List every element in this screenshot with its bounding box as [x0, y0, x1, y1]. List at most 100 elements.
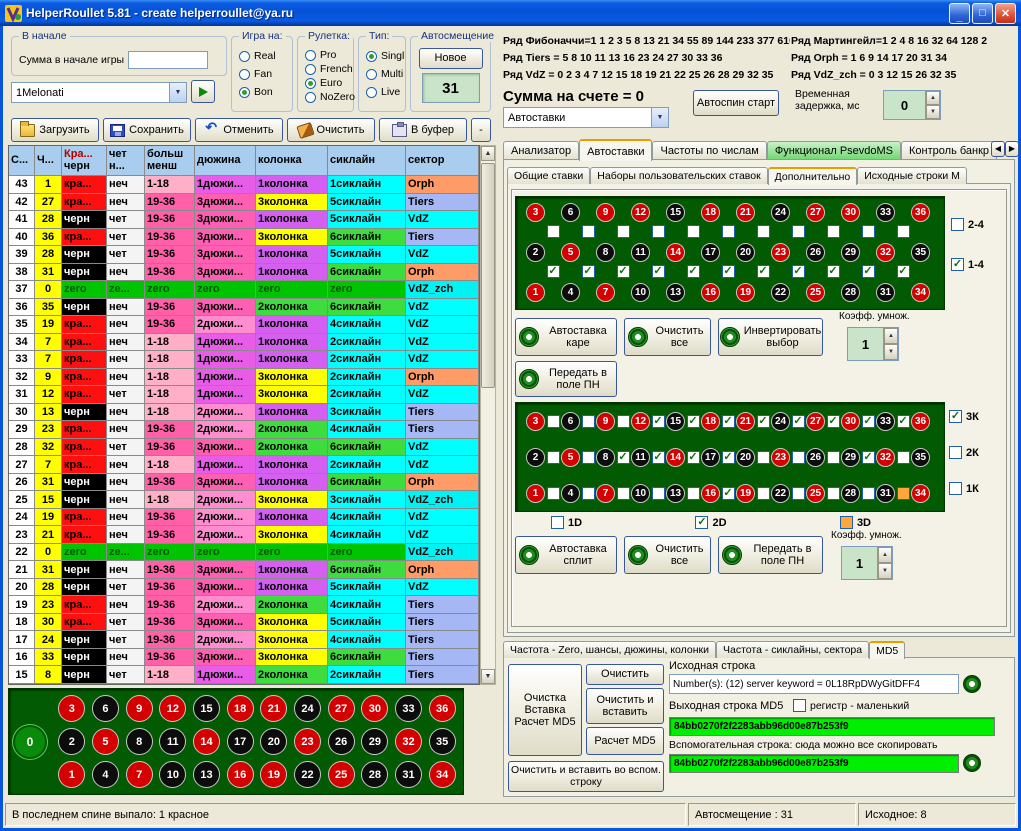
grid-number-19[interactable]: 19: [736, 484, 755, 503]
delay-spinner[interactable]: 0 ▲ ▼: [883, 90, 941, 120]
grid-number-5[interactable]: 5: [561, 243, 580, 262]
grid-number-21[interactable]: 21: [736, 412, 755, 431]
bet-checkbox[interactable]: [617, 451, 630, 464]
board-number-6[interactable]: 6: [92, 695, 119, 722]
table-scrollbar[interactable]: ▲ ▼: [480, 145, 496, 685]
checkbox-1К[interactable]: 1К: [949, 482, 979, 495]
bet-checkbox[interactable]: [792, 451, 805, 464]
column-header[interactable]: четн...: [107, 146, 145, 176]
clear-button[interactable]: Очистить: [287, 118, 375, 142]
grid-number-33[interactable]: 33: [876, 412, 895, 431]
grid-number-29[interactable]: 29: [841, 243, 860, 262]
bet-checkbox[interactable]: [722, 265, 735, 278]
table-row[interactable]: 2832кра...чет19-363дюжи...2колонка6сикла…: [9, 439, 479, 457]
bet-checkbox[interactable]: [757, 225, 770, 238]
bet-checkbox[interactable]: [722, 451, 735, 464]
table-row[interactable]: 2028чернчет19-363дюжи...1колонка5сиклайн…: [9, 579, 479, 597]
board-number-5[interactable]: 5: [92, 728, 119, 755]
board-number-13[interactable]: 13: [193, 761, 220, 788]
autobets-combobox[interactable]: Автоставки ▼: [503, 107, 669, 128]
bet-checkbox[interactable]: [687, 225, 700, 238]
checkbox-1D[interactable]: 1D: [551, 516, 582, 529]
tab-Контроль банкр[interactable]: Контроль банкр: [901, 141, 997, 160]
md5-big-button[interactable]: Очистка Вставка Расчет MD5: [508, 664, 582, 756]
start-sum-input[interactable]: [128, 51, 208, 69]
table-row[interactable]: 2321кра...неч19-362дюжи...3колонка4сикла…: [9, 526, 479, 544]
grid-number-15[interactable]: 15: [666, 412, 685, 431]
board-number-14[interactable]: 14: [193, 728, 220, 755]
board-number-33[interactable]: 33: [395, 695, 422, 722]
grid-number-27[interactable]: 27: [806, 203, 825, 222]
board-number-32[interactable]: 32: [395, 728, 422, 755]
bet-checkbox[interactable]: [547, 415, 560, 428]
invert-selection-button[interactable]: Инвертировать выбор: [718, 318, 823, 356]
column-header[interactable]: сектор: [406, 146, 479, 176]
board-number-34[interactable]: 34: [429, 761, 456, 788]
bet-checkbox[interactable]: [582, 487, 595, 500]
tab-Исходные строки М[interactable]: Исходные строки М: [857, 167, 967, 184]
md5-clear-button[interactable]: Очистить: [586, 664, 664, 685]
bet-checkbox[interactable]: [827, 265, 840, 278]
grid-number-9[interactable]: 9: [596, 412, 615, 431]
bet-checkbox[interactable]: [862, 487, 875, 500]
load-button[interactable]: Загрузить: [11, 118, 99, 142]
bet-checkbox[interactable]: [792, 225, 805, 238]
grid-number-20[interactable]: 20: [736, 448, 755, 467]
roulette-wheel-icon[interactable]: [963, 675, 981, 693]
grid-number-32[interactable]: 32: [876, 243, 895, 262]
grid-number-8[interactable]: 8: [596, 448, 615, 467]
scroll-down-icon[interactable]: ▼: [481, 669, 495, 684]
grid-number-23[interactable]: 23: [771, 243, 790, 262]
run-preset-button[interactable]: [191, 80, 215, 103]
grid-number-18[interactable]: 18: [701, 412, 720, 431]
radio-Euro[interactable]: Euro: [305, 77, 349, 89]
md5-clear-paste-button[interactable]: Очистить и вставить: [586, 688, 664, 724]
grid-number-19[interactable]: 19: [736, 283, 755, 302]
new-offset-button[interactable]: Новое: [419, 48, 483, 69]
grid-number-31[interactable]: 31: [876, 283, 895, 302]
bet-checkbox[interactable]: [687, 415, 700, 428]
grid-number-16[interactable]: 16: [701, 484, 720, 503]
grid-number-12[interactable]: 12: [631, 412, 650, 431]
table-row[interactable]: 347кра...неч1-181дюжи...1колонка2сиклайн…: [9, 334, 479, 352]
bet-checkbox[interactable]: [862, 415, 875, 428]
grid-number-34[interactable]: 34: [911, 484, 930, 503]
board-number-20[interactable]: 20: [260, 728, 287, 755]
scroll-up-icon[interactable]: ▲: [481, 146, 495, 161]
grid-number-32[interactable]: 32: [876, 448, 895, 467]
split-coef-spinner[interactable]: 1 ▲ ▼: [841, 546, 893, 580]
grid-number-36[interactable]: 36: [911, 412, 930, 431]
table-row[interactable]: 2419кра...неч19-362дюжи...1колонка4сикла…: [9, 509, 479, 527]
checkbox-2D[interactable]: 2D: [695, 516, 726, 529]
grid-number-12[interactable]: 12: [631, 203, 650, 222]
grid-number-25[interactable]: 25: [806, 283, 825, 302]
bet-checkbox[interactable]: [757, 265, 770, 278]
board-number-29[interactable]: 29: [361, 728, 388, 755]
grid-number-4[interactable]: 4: [561, 484, 580, 503]
table-row[interactable]: 277кра...неч1-181дюжи...1колонка2сиклайн…: [9, 456, 479, 474]
board-number-12[interactable]: 12: [159, 695, 186, 722]
tab-Функционал PsevdoMS[interactable]: Функционал PsevdoMS: [767, 141, 901, 160]
split-transfer-button[interactable]: Передать в поле ПН: [718, 536, 823, 574]
table-row[interactable]: 1830кра...чет19-363дюжи...3колонка5сикла…: [9, 614, 479, 632]
table-row[interactable]: 158чернчет1-181дюжи...2колонка2сиклайнTi…: [9, 666, 479, 684]
bet-checkbox[interactable]: [652, 487, 665, 500]
chevron-down-icon[interactable]: ▼: [651, 108, 668, 127]
bet-checkbox[interactable]: [897, 225, 910, 238]
bet-checkbox[interactable]: [827, 225, 840, 238]
radio-Multi[interactable]: Multi: [366, 68, 401, 80]
radio-French[interactable]: French: [305, 63, 349, 75]
bet-checkbox[interactable]: [547, 225, 560, 238]
kare-transfer-button[interactable]: Передать в поле ПН: [515, 361, 617, 397]
board-number-23[interactable]: 23: [294, 728, 321, 755]
grid-number-15[interactable]: 15: [666, 203, 685, 222]
spin-up-icon[interactable]: ▲: [884, 328, 898, 344]
grid-number-11[interactable]: 11: [631, 448, 650, 467]
table-row[interactable]: 3831черннеч19-363дюжи...1колонка6сиклайн…: [9, 264, 479, 282]
board-number-7[interactable]: 7: [126, 761, 153, 788]
bet-checkbox[interactable]: [757, 487, 770, 500]
board-number-31[interactable]: 31: [395, 761, 422, 788]
board-number-25[interactable]: 25: [328, 761, 355, 788]
grid-number-10[interactable]: 10: [631, 484, 650, 503]
bet-checkbox[interactable]: [617, 487, 630, 500]
